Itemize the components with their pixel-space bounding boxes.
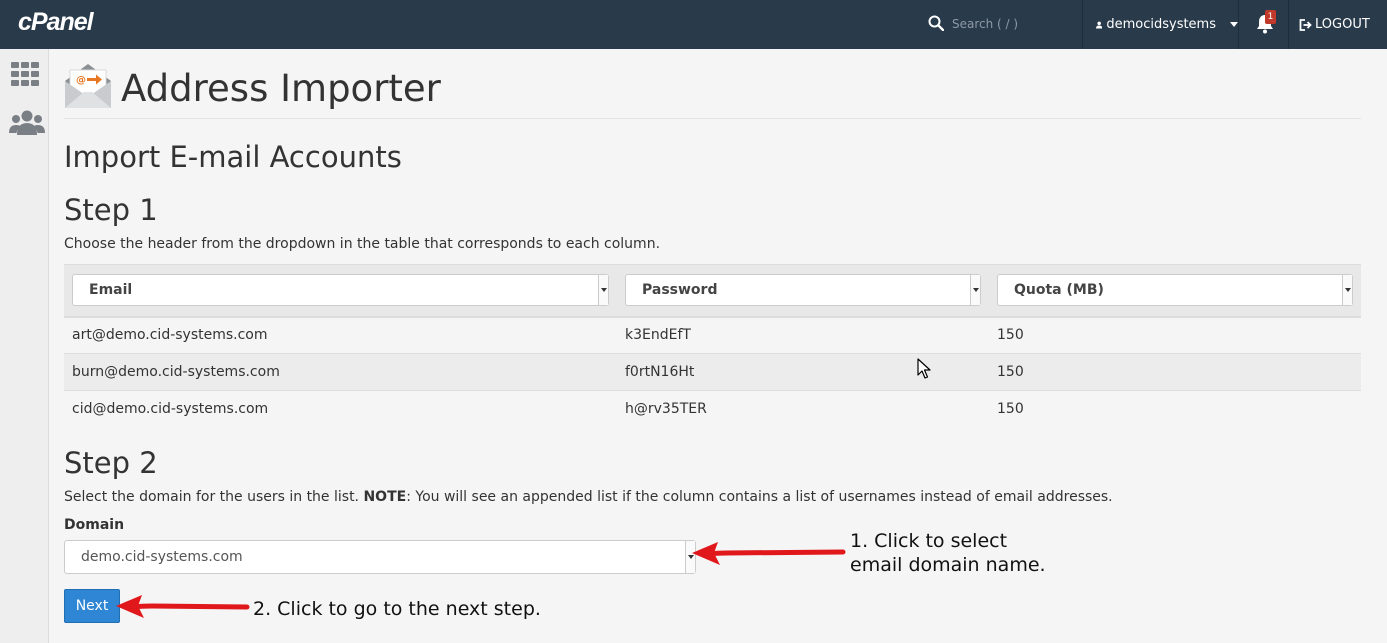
chevron-down-icon [970,275,980,306]
table-header-row: Email Password Quota (MB) [64,264,1361,318]
logout-button[interactable]: LOGOUT [1299,0,1370,49]
quota-cell: 150 [989,353,1361,391]
search-input[interactable] [952,12,1072,36]
logout-label: LOGOUT [1315,17,1370,32]
table-row: cid@demo.cid-systems.com h@rv35TER 150 [64,390,1361,428]
column-type-select[interactable]: Quota (MB) [997,274,1353,307]
column-header: Quota (MB) [989,264,1361,318]
email-cell: art@demo.cid-systems.com [64,316,617,354]
mouse-cursor-icon [917,358,931,379]
logout-icon [1299,18,1312,31]
chevron-down-icon [598,275,608,306]
password-cell: f0rtN16Ht [617,353,989,391]
table-row: art@demo.cid-systems.com k3EndEfT 150 [64,316,1361,354]
username-label: democidsystems [1106,17,1216,32]
top-navbar: cPanel democidsystems 1 LOGOUT [0,0,1387,49]
step2-description-text: : You will see an appended list if the c… [406,489,1113,505]
step2-description: Select the domain for the users in the l… [64,489,1113,505]
annotation-arrow-domain [692,542,846,565]
annotation-next-step: 2. Click to go to the next step. [253,598,541,620]
email-cell: cid@demo.cid-systems.com [64,390,617,428]
navbar-divider [1238,0,1239,49]
step2-heading: Step 2 [64,446,158,480]
domain-label: Domain [64,517,125,533]
notification-count-badge: 1 [1265,10,1276,24]
column-type-value: Password [642,282,718,299]
password-cell: h@rv35TER [617,390,989,428]
users-icon[interactable] [9,109,45,137]
chevron-down-icon [1342,275,1352,306]
user-icon [1096,21,1103,28]
search-icon[interactable] [928,15,944,31]
column-type-select[interactable]: Password [625,274,981,307]
column-type-value: Quota (MB) [1014,282,1104,299]
user-menu-dropdown[interactable]: democidsystems [1092,0,1238,49]
section-title: Import E-mail Accounts [64,140,402,174]
apps-grid-icon[interactable] [9,60,41,88]
email-import-envelope-icon: @ [65,64,111,108]
password-cell: k3EndEfT [617,316,989,354]
email-cell: burn@demo.cid-systems.com [64,353,617,391]
quota-cell: 150 [989,316,1361,354]
svg-text:@: @ [76,75,86,86]
navbar-divider [1288,0,1289,49]
page-title: Address Importer [121,67,441,110]
domain-select[interactable]: demo.cid-systems.com [64,540,696,574]
navbar-divider [1082,0,1083,49]
annotation-line: 1. Click to select [850,530,1008,552]
annotation-arrow-next [116,595,250,618]
domain-select-value: demo.cid-systems.com [81,549,243,565]
import-table: Email Password Quota (MB) art@demo.cid-s… [64,264,1361,428]
step1-description: Choose the header from the dropdown in t… [64,236,661,252]
annotation-select-domain: 1. Click to select email domain name. [850,529,1046,577]
step1-heading: Step 1 [64,193,158,227]
annotation-line: email domain name. [850,554,1046,576]
column-type-value: Email [89,282,133,299]
column-header: Email [64,264,617,318]
column-type-select[interactable]: Email [72,274,609,307]
cpanel-logo[interactable]: cPanel [18,8,94,37]
step2-description-text: Select the domain for the users in the l… [64,489,364,505]
table-row: burn@demo.cid-systems.com f0rtN16Ht 150 [64,353,1361,391]
quota-cell: 150 [989,390,1361,428]
chevron-down-icon [1230,22,1238,27]
page-header: @ Address Importer [64,61,1361,119]
column-header: Password [617,264,989,318]
left-sidebar [0,49,49,643]
note-label: NOTE [363,489,407,505]
